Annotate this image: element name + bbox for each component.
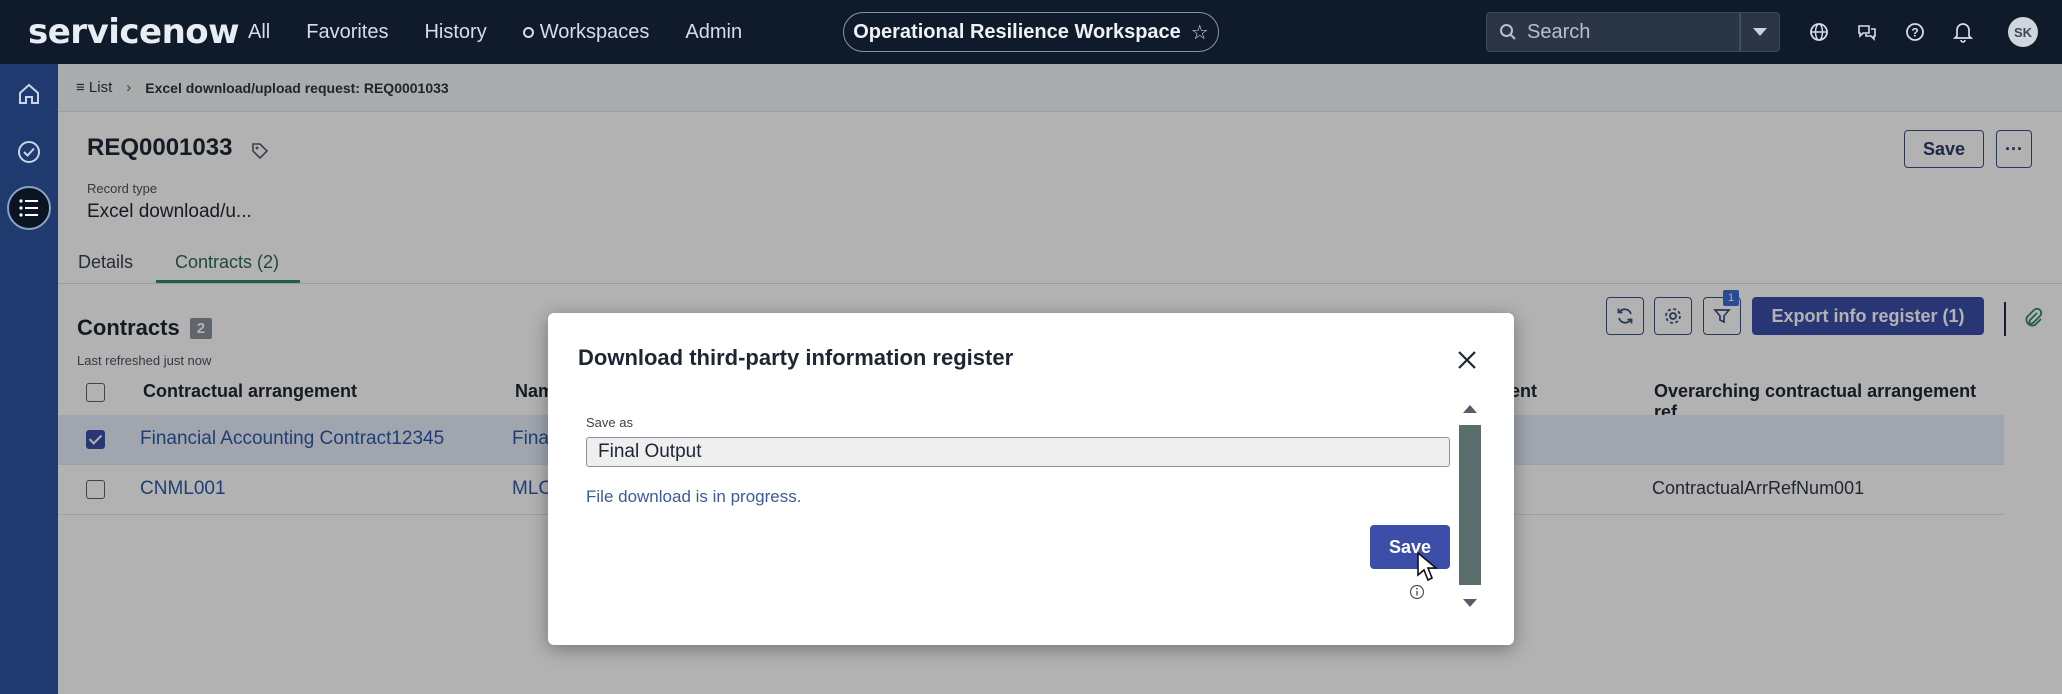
scrollbar-thumb[interactable] (1459, 425, 1481, 585)
search-icon (1500, 24, 1516, 40)
modal-title: Download third-party information registe… (578, 345, 1014, 370)
info-icon (1409, 584, 1425, 600)
nav-all[interactable]: All (248, 21, 270, 44)
workspace-pill[interactable]: Operational Resilience Workspace ☆ (843, 12, 1219, 52)
nav-workspaces[interactable]: Workspaces (522, 20, 650, 44)
workspace-title: Operational Resilience Workspace (853, 20, 1181, 43)
rail-tasks-button[interactable] (7, 130, 51, 174)
chat-icon[interactable] (1854, 14, 1880, 50)
help-icon[interactable]: ? (1902, 14, 1928, 50)
chevron-down-icon (1753, 28, 1767, 36)
bell-icon[interactable] (1950, 14, 1976, 50)
nav-workspaces-label: Workspaces (539, 20, 650, 43)
nav-history[interactable]: History (424, 21, 486, 44)
list-icon (19, 199, 38, 217)
close-icon (1458, 351, 1476, 369)
user-avatar[interactable]: SK (2008, 17, 2038, 47)
servicenow-logo[interactable]: servicenow (28, 12, 240, 52)
rail-home-button[interactable] (7, 72, 51, 116)
home-icon (19, 83, 39, 104)
download-register-modal: Download third-party information registe… (548, 313, 1514, 645)
modal-scrollbar[interactable] (1458, 405, 1482, 625)
star-icon[interactable]: ☆ (1191, 20, 1209, 45)
globe-icon[interactable] (1806, 14, 1832, 50)
scroll-down-arrow-icon[interactable] (1463, 599, 1477, 607)
workspaces-ring-icon (522, 26, 534, 38)
close-button[interactable] (1452, 345, 1482, 375)
rail-list-button[interactable] (7, 186, 51, 230)
left-rail (0, 64, 58, 694)
modal-save-button[interactable]: Save (1370, 525, 1450, 569)
svg-text:?: ? (1911, 26, 1918, 40)
download-progress-text: File download is in progress. (586, 487, 802, 506)
mouse-pointer-icon (1417, 551, 1438, 582)
top-navigation-bar: servicenow All Favorites History Workspa… (0, 0, 2062, 64)
check-circle-icon (18, 141, 40, 163)
nav-links: All Favorites History Workspaces Admin (248, 0, 742, 64)
nav-favorites[interactable]: Favorites (306, 21, 388, 44)
save-as-input[interactable] (586, 437, 1450, 467)
search-placeholder: Search (1527, 20, 1591, 43)
global-search-input[interactable]: Search (1486, 12, 1740, 52)
search-scope-dropdown[interactable] (1740, 12, 1780, 52)
save-as-label: Save as (586, 415, 633, 430)
nav-admin[interactable]: Admin (685, 21, 742, 44)
scroll-up-arrow-icon[interactable] (1463, 405, 1477, 413)
top-icon-group: ? (1806, 14, 1976, 50)
